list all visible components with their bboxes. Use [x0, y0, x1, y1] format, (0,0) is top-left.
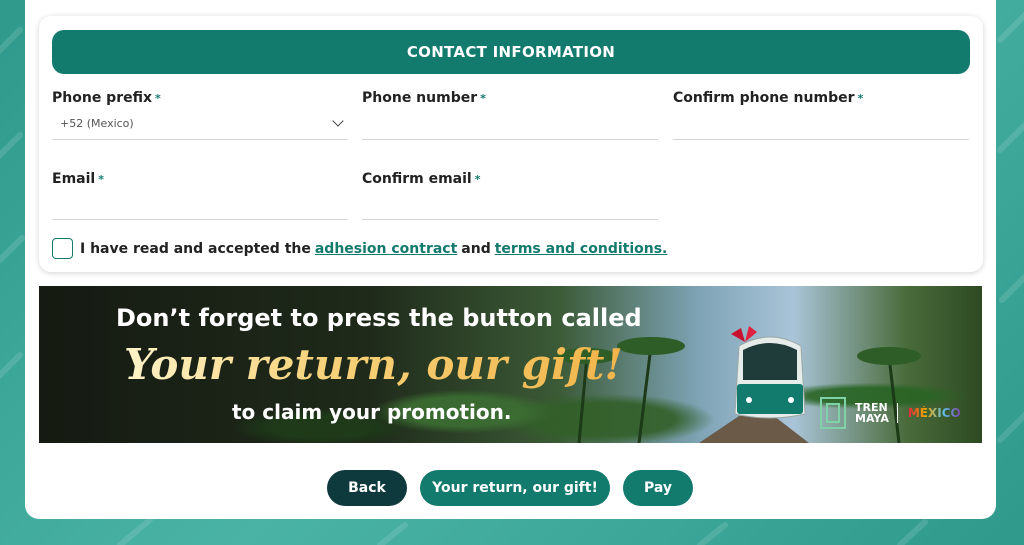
phone-number-label: Phone number * — [362, 90, 486, 106]
required-mark: * — [480, 92, 486, 105]
logo-maya-text: MAYA — [855, 412, 889, 425]
confirm-phone-label: Confirm phone number * — [673, 90, 864, 106]
promo-banner: Don’t forget to press the button called … — [39, 286, 982, 443]
phone-prefix-select-value[interactable]: +52 (Mexico) — [60, 117, 134, 130]
terms-text: I have read and accepted the — [80, 240, 311, 257]
required-mark: * — [98, 173, 104, 186]
contact-information-card: CONTACT INFORMATION Phone prefix * +52 (M… — [39, 16, 983, 272]
phone-number-underline — [362, 139, 658, 140]
adhesion-contract-link[interactable]: adhesion contract — [315, 241, 457, 257]
contact-section-header: CONTACT INFORMATION — [52, 30, 970, 74]
terms-row: I have read and accepted the adhesion co… — [52, 238, 671, 259]
pay-button[interactable]: Pay — [623, 470, 693, 506]
return-gift-button[interactable]: Your return, our gift! — [420, 470, 610, 506]
confirm-email-field[interactable]: Confirm email * — [362, 171, 658, 223]
confirm-email-underline — [362, 219, 658, 220]
mexico-logo: MÉXICO — [907, 406, 961, 420]
confirm-phone-field[interactable]: Confirm phone number * — [673, 90, 969, 142]
banner-line3: to claim your promotion. — [232, 400, 512, 424]
train-image — [731, 326, 806, 419]
main-panel: CONTACT INFORMATION Phone prefix * +52 (M… — [25, 0, 996, 519]
banner-line1: Don’t forget to press the button called — [116, 304, 642, 332]
logo-divider — [896, 403, 898, 423]
chevron-down-icon[interactable] — [332, 115, 344, 127]
phone-prefix-underline — [52, 139, 348, 140]
required-mark: * — [857, 92, 864, 105]
terms-checkbox[interactable] — [52, 238, 73, 259]
phone-prefix-label: Phone prefix * — [52, 90, 161, 106]
back-button[interactable]: Back — [327, 470, 407, 506]
confirm-email-label: Confirm email * — [362, 171, 481, 187]
email-field[interactable]: Email * — [52, 171, 348, 223]
confirm-phone-underline — [673, 139, 969, 140]
terms-conditions-link[interactable]: terms and conditions. — [495, 241, 668, 257]
required-mark: * — [155, 92, 161, 105]
required-mark: * — [474, 173, 481, 186]
tren-maya-logo: TREN MAYA MÉXICO — [819, 396, 961, 430]
tren-maya-emblem-icon — [820, 397, 846, 429]
banner-headline: Your return, our gift! — [124, 340, 623, 389]
phone-number-field[interactable]: Phone number * — [362, 90, 658, 142]
action-buttons: Back Your return, our gift! Pay — [327, 470, 693, 506]
phone-prefix-field[interactable]: Phone prefix * +52 (Mexico) — [52, 90, 348, 142]
terms-and-text: and — [461, 240, 491, 257]
email-label: Email * — [52, 171, 104, 187]
email-underline — [52, 219, 348, 220]
